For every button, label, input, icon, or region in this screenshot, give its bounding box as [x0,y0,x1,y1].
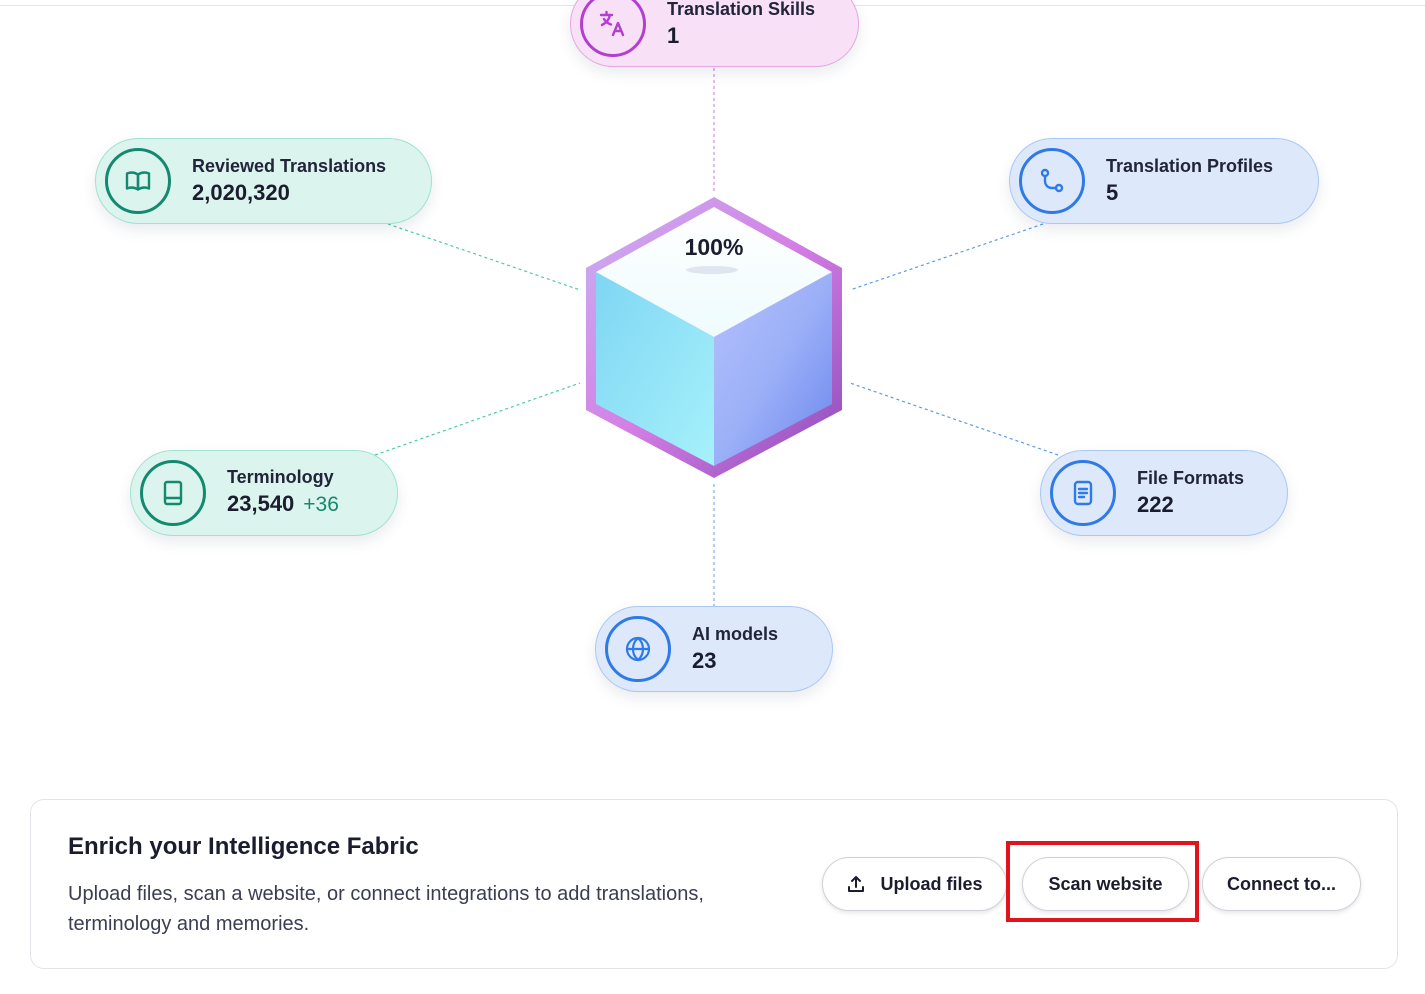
node-file-formats[interactable]: File Formats 222 [1040,450,1288,536]
fabric-completion: 100% [684,234,744,260]
enrich-title: Enrich your Intelligence Fabric [68,833,419,860]
node-label: AI models [692,623,779,644]
node-value: 23 [692,647,717,673]
node-value: 222 [1137,491,1174,517]
scan-website-label: Scan website [1048,873,1163,894]
node-translation-skills[interactable]: Translation Skills 1 [570,0,859,67]
scan-website-button[interactable]: Scan website [1022,857,1189,911]
node-label: Reviewed Translations [192,155,387,176]
book-open-icon [105,148,171,214]
globe-icon [605,616,671,682]
node-value: 1 [667,22,680,48]
node-label: File Formats [1137,467,1245,488]
connector-translation-profiles [849,223,1044,291]
book-icon [140,460,206,526]
upload-icon [846,874,866,894]
terminology-delta: +36 [303,493,339,516]
node-translation-profiles[interactable]: Translation Profiles 5 [1009,138,1319,224]
node-value: 2,020,320 [192,179,290,205]
document-icon [1050,460,1116,526]
connector-terminology [374,382,581,456]
route-icon [1019,148,1085,214]
connect-to-button[interactable]: Connect to... [1202,857,1361,911]
connector-file-formats [849,382,1059,456]
node-value: 5 [1106,179,1119,205]
connector-reviewed-translations [387,223,581,291]
node-terminology[interactable]: Terminology 23,540 +36 [130,450,398,536]
node-reviewed-translations[interactable]: Reviewed Translations 2,020,320 [95,138,432,224]
enrich-panel: Enrich your Intelligence Fabric Upload f… [30,799,1398,969]
node-label: Terminology [227,467,334,487]
enrich-description: Upload files, scan a website, or connect… [68,883,704,935]
upload-files-button[interactable]: Upload files [822,857,1007,911]
intelligence-fabric-cube [586,197,842,478]
connect-to-label: Connect to... [1227,873,1336,894]
upload-files-label: Upload files [880,873,983,894]
node-ai-models[interactable]: AI models 23 [595,606,833,692]
translate-icon [580,0,646,57]
node-label: Translation Skills [667,0,816,19]
node-label: Translation Profiles [1106,155,1274,176]
node-value: 23,540 [227,491,295,516]
